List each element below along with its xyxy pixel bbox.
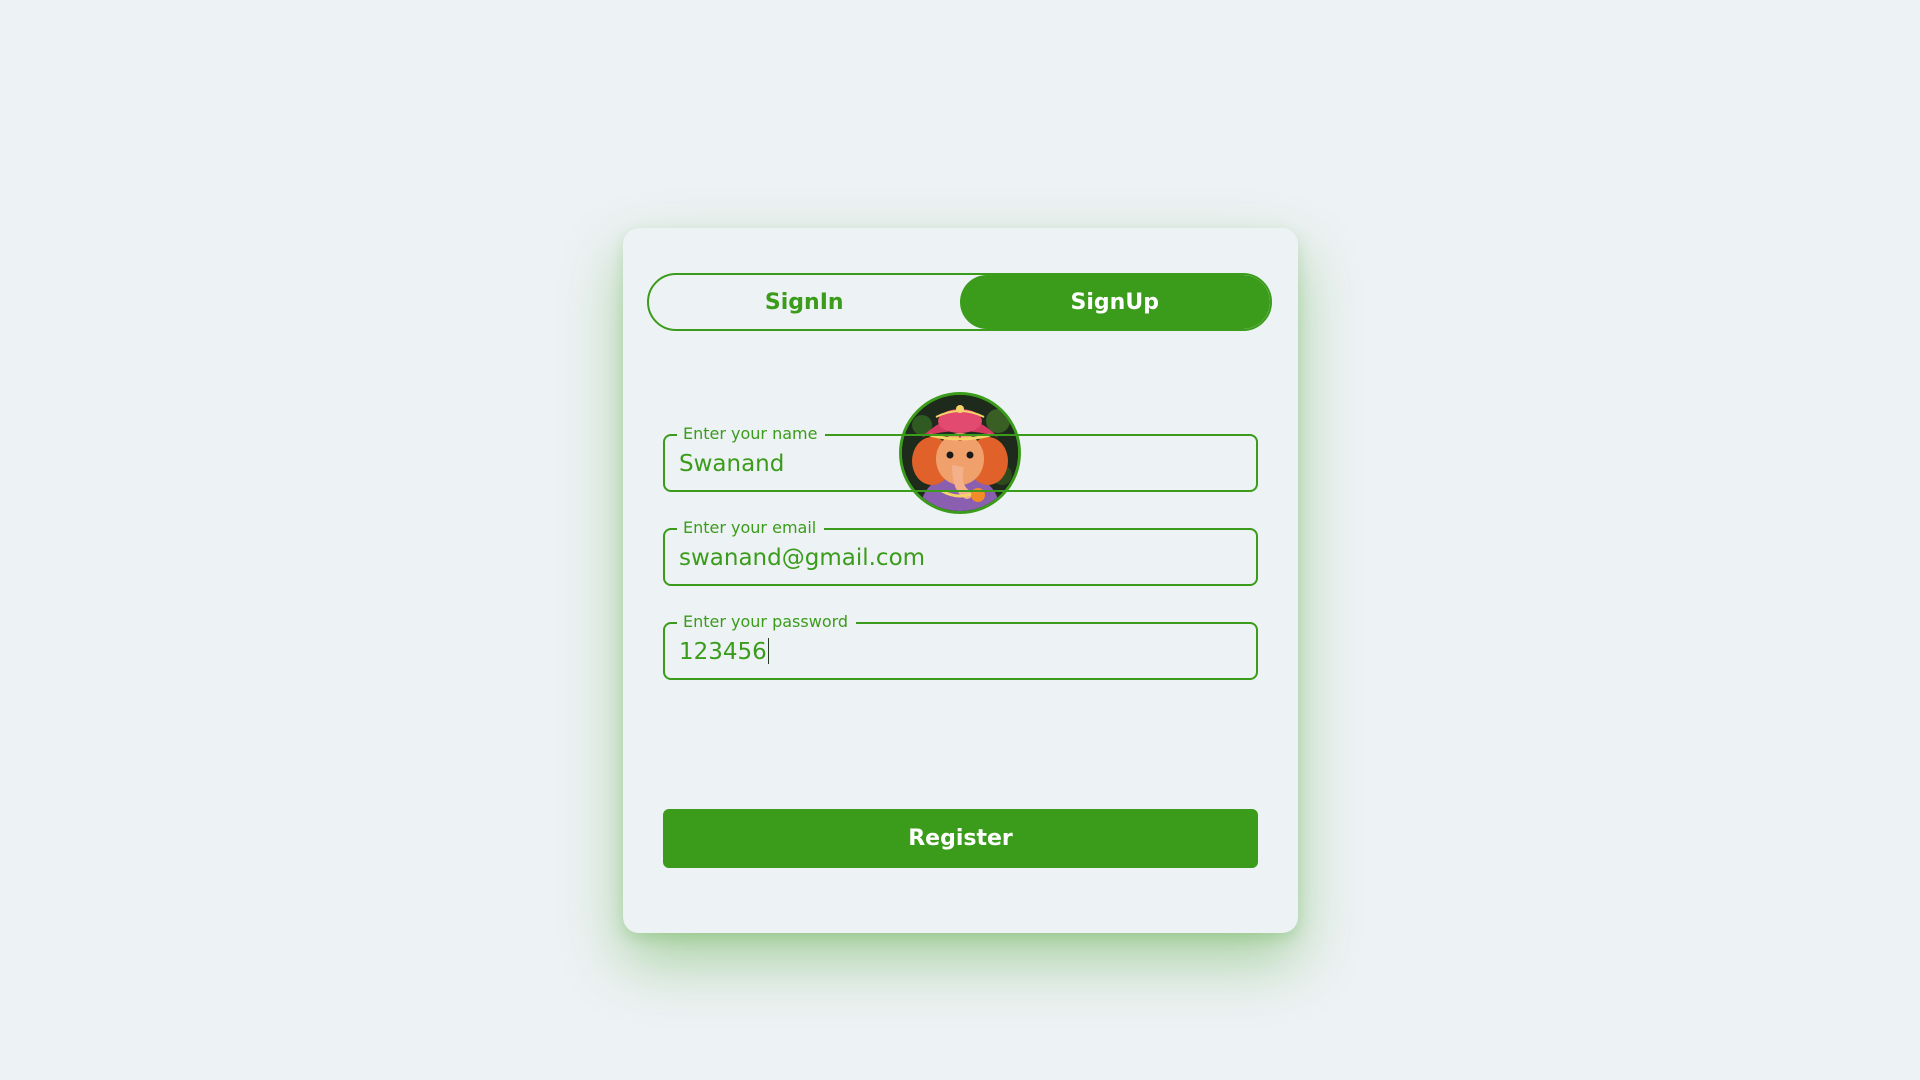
- email-input[interactable]: swanand@gmail.com: [679, 544, 925, 572]
- email-field[interactable]: Enter your email swanand@gmail.com: [663, 517, 1258, 586]
- auth-toggle: SignIn SignUp: [647, 273, 1272, 331]
- tab-signup[interactable]: SignUp: [959, 275, 1270, 329]
- name-label: Enter your name: [677, 423, 826, 445]
- password-input-wrap[interactable]: 123456: [679, 638, 770, 666]
- register-button[interactable]: Register: [663, 809, 1258, 868]
- signup-card: SignIn SignUp Enter your name Swanand En…: [623, 228, 1298, 933]
- password-label: Enter your password: [677, 611, 857, 633]
- tab-signin[interactable]: SignIn: [649, 275, 960, 329]
- name-field[interactable]: Enter your name Swanand: [663, 423, 1258, 492]
- password-field[interactable]: Enter your password 123456: [663, 611, 1258, 680]
- name-input[interactable]: Swanand: [679, 450, 784, 478]
- email-label: Enter your email: [677, 517, 825, 539]
- text-caret: [767, 638, 770, 664]
- password-input[interactable]: 123456: [679, 639, 767, 665]
